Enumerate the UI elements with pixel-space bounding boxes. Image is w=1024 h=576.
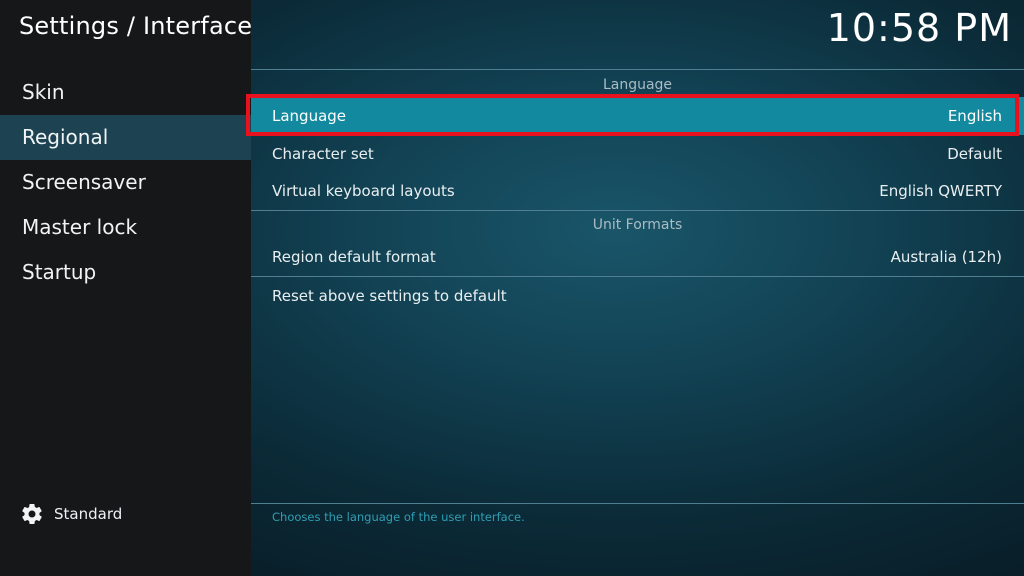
setting-row-character-set[interactable]: Character set Default (251, 135, 1024, 173)
category-list: Skin Regional Screensaver Master lock St… (0, 70, 251, 295)
setting-value: English (947, 107, 1002, 125)
gear-icon (22, 504, 42, 525)
sidebar-item-master-lock[interactable]: Master lock (0, 205, 251, 250)
group-title-language: Language (602, 77, 673, 93)
setting-label: Character set (272, 145, 374, 163)
setting-label: Language (272, 107, 347, 125)
sidebar-item-screensaver[interactable]: Screensaver (0, 160, 251, 205)
setting-row-virtual-keyboard-layouts[interactable]: Virtual keyboard layouts English QWERTY (251, 172, 1024, 210)
setting-value: English QWERTY (879, 182, 1002, 200)
settings-level-label: Standard (54, 505, 123, 523)
setting-label: Virtual keyboard layouts (272, 182, 455, 200)
sidebar-item-startup[interactable]: Startup (0, 250, 251, 295)
reset-label: Reset above settings to default (272, 287, 507, 305)
divider (251, 69, 1024, 70)
divider (251, 210, 1024, 211)
divider (251, 503, 1024, 504)
reset-settings-button[interactable]: Reset above settings to default (251, 277, 1024, 315)
settings-level-button[interactable]: Standard (20, 502, 122, 526)
page-title: Settings / Interface (19, 12, 253, 40)
sidebar: Settings / Interface Skin Regional Scree… (0, 0, 253, 576)
setting-description: Chooses the language of the user interfa… (272, 510, 525, 524)
setting-label: Region default format (272, 248, 436, 266)
settings-screen: Settings / Interface Skin Regional Scree… (0, 0, 1024, 576)
setting-value: Australia (12h) (890, 248, 1002, 266)
setting-value: Default (947, 145, 1002, 163)
sidebar-item-regional[interactable]: Regional (0, 115, 251, 160)
group-title-unit-formats: Unit Formats (592, 217, 683, 233)
sidebar-item-skin[interactable]: Skin (0, 70, 251, 115)
setting-row-region-default-format[interactable]: Region default format Australia (12h) (251, 238, 1024, 276)
settings-panel: Language Language English Character set … (246, 0, 1024, 576)
setting-row-language[interactable]: Language English (251, 97, 1024, 135)
